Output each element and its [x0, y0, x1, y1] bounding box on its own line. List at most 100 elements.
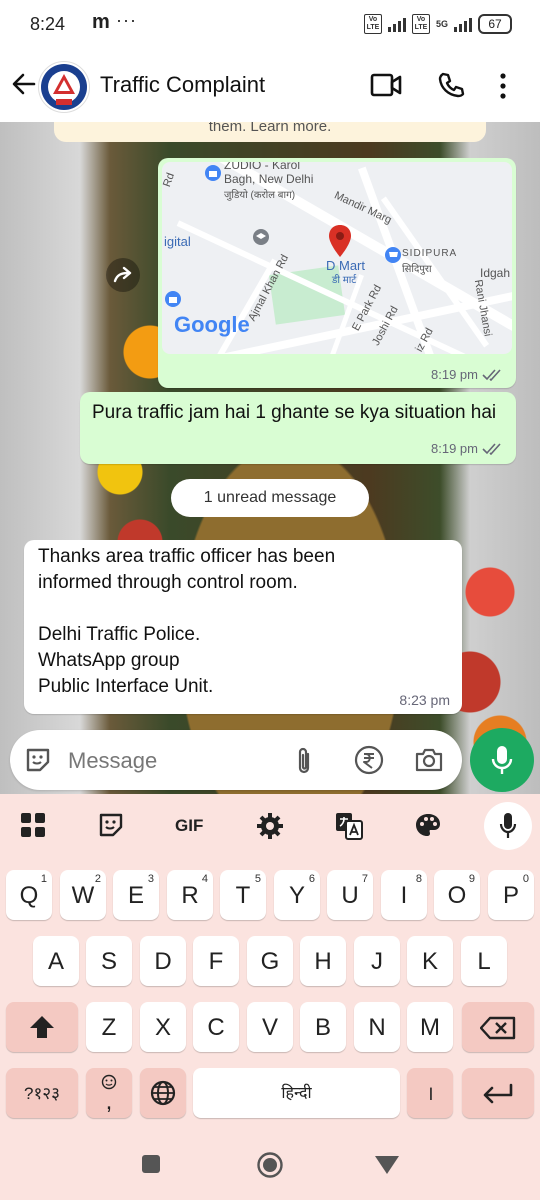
attach-icon[interactable] — [294, 746, 314, 776]
home-icon[interactable] — [256, 1151, 284, 1179]
key-i[interactable]: I8 — [381, 870, 427, 920]
key-p[interactable]: P0 — [488, 870, 534, 920]
status-bar: 8:24 m ··· Vo LTE Vo LTE 5G 67 — [0, 0, 540, 50]
theme-palette-icon[interactable] — [414, 812, 442, 840]
settings-gear-icon[interactable] — [256, 812, 284, 840]
contact-name[interactable]: Traffic Complaint — [100, 72, 265, 98]
globe-icon — [150, 1080, 176, 1106]
translate-icon[interactable] — [335, 812, 363, 840]
enter-key[interactable] — [462, 1068, 534, 1118]
message-text: Thanks area traffic officer has been inf… — [38, 544, 335, 700]
double-check-icon — [482, 368, 501, 381]
key-e[interactable]: E3 — [113, 870, 159, 920]
key-c[interactable]: C — [193, 1002, 239, 1052]
message-line: Delhi Traffic Police. — [38, 624, 201, 645]
message-line: Thanks area traffic officer has been — [38, 546, 336, 567]
key-k[interactable]: K — [407, 936, 453, 986]
map-label: igital — [164, 234, 191, 249]
key-l[interactable]: L — [461, 936, 507, 986]
app-notification-icon: m — [92, 11, 110, 33]
map-label: डी मार्ट — [332, 275, 357, 286]
location-pin-icon — [329, 225, 351, 257]
signal-icon — [387, 16, 406, 32]
video-call-icon[interactable] — [370, 72, 402, 98]
key-d[interactable]: D — [140, 936, 186, 986]
key-m[interactable]: M — [407, 1002, 453, 1052]
shift-arrow-icon — [30, 1016, 54, 1038]
key-h[interactable]: H — [300, 936, 346, 986]
message-text: Pura traffic jam hai 1 ghante se kya sit… — [92, 402, 497, 423]
location-message[interactable]: ZUDIO - Karol Bagh, New Delhi जुडियो (कर… — [158, 158, 516, 388]
location-map[interactable]: ZUDIO - Karol Bagh, New Delhi जुडियो (कर… — [162, 162, 512, 354]
back-arrow-icon[interactable] — [10, 70, 38, 98]
shop-pin-icon — [165, 291, 181, 307]
enter-arrow-icon — [483, 1083, 513, 1104]
cart-pin-icon — [385, 247, 401, 263]
more-options-icon[interactable] — [498, 72, 508, 100]
key-u[interactable]: U7 — [327, 870, 373, 920]
map-road — [212, 258, 278, 354]
encryption-notice[interactable]: them. Learn more. — [54, 122, 486, 142]
key-x[interactable]: X — [140, 1002, 186, 1052]
key-v[interactable]: V — [247, 1002, 293, 1052]
voice-input-button[interactable] — [484, 802, 532, 850]
backspace-icon — [479, 1016, 516, 1040]
outgoing-message[interactable]: Pura traffic jam hai 1 ghante se kya sit… — [80, 392, 516, 464]
danda-key[interactable]: । — [407, 1068, 453, 1118]
key-w[interactable]: W2 — [60, 870, 106, 920]
mic-icon — [499, 813, 517, 838]
symbols-key[interactable]: ?१२३ — [6, 1068, 78, 1118]
sticker-icon[interactable] — [98, 812, 124, 838]
key-s[interactable]: S — [86, 936, 132, 986]
map-label: ZUDIO - Karol — [224, 162, 301, 172]
shop-pin-icon — [205, 165, 221, 181]
key-t[interactable]: T5 — [220, 870, 266, 920]
key-z[interactable]: Z — [86, 1002, 132, 1052]
space-bar[interactable]: हिन्दी — [193, 1068, 400, 1118]
network-type: 5G — [435, 19, 448, 29]
message-composer — [10, 730, 462, 790]
key-a[interactable]: A — [33, 936, 79, 986]
key-y[interactable]: Y6 — [274, 870, 320, 920]
unread-banner: 1 unread message — [171, 479, 369, 517]
contact-avatar[interactable] — [38, 61, 90, 113]
key-q[interactable]: Q1 — [6, 870, 52, 920]
incoming-message[interactable]: Thanks area traffic officer has been inf… — [24, 540, 462, 714]
gif-button[interactable]: GIF — [175, 816, 203, 836]
message-line: informed through control room. — [38, 572, 298, 593]
emoji-comma-key[interactable]: , — [86, 1068, 132, 1118]
key-o[interactable]: O9 — [434, 870, 480, 920]
voice-message-button[interactable] — [470, 728, 534, 792]
map-label: जुडियो (करोल बाग) — [224, 190, 296, 201]
signal-icon-2 — [454, 16, 472, 32]
payment-icon[interactable] — [354, 745, 384, 775]
keyboard: GIF Q1 W2 E3 R4 T5 Y6 U7 I8 O9 P0 A S D … — [0, 794, 540, 1120]
key-n[interactable]: N — [354, 1002, 400, 1052]
keyboard-toolbar: GIF — [0, 794, 540, 860]
key-g[interactable]: G — [247, 936, 293, 986]
key-b[interactable]: B — [300, 1002, 346, 1052]
key-f[interactable]: F — [193, 936, 239, 986]
battery-icon: 67 — [478, 14, 512, 34]
message-time: 8:19 pm — [431, 441, 478, 456]
language-key[interactable] — [140, 1068, 186, 1118]
message-time: 8:19 pm — [431, 367, 478, 382]
message-line: Public Interface Unit. — [38, 676, 214, 697]
message-input[interactable] — [66, 742, 280, 780]
key-j[interactable]: J — [354, 936, 400, 986]
google-logo: Google — [174, 312, 250, 337]
school-pin-icon — [253, 229, 269, 245]
police-logo-icon — [41, 64, 87, 110]
shift-key[interactable] — [6, 1002, 78, 1052]
voice-call-icon[interactable] — [437, 71, 465, 99]
camera-icon[interactable] — [414, 746, 444, 774]
emoji-sticker-icon[interactable] — [24, 746, 52, 774]
key-r[interactable]: R4 — [167, 870, 213, 920]
mic-icon — [491, 746, 513, 774]
forward-icon[interactable] — [106, 258, 140, 292]
backspace-key[interactable] — [462, 1002, 534, 1052]
back-nav-icon[interactable] — [374, 1155, 400, 1175]
chat-area[interactable]: them. Learn more. ZUDIO - Karol Bagh, Ne… — [0, 122, 540, 794]
recents-icon[interactable] — [141, 1154, 161, 1174]
apps-grid-icon[interactable] — [20, 812, 46, 838]
